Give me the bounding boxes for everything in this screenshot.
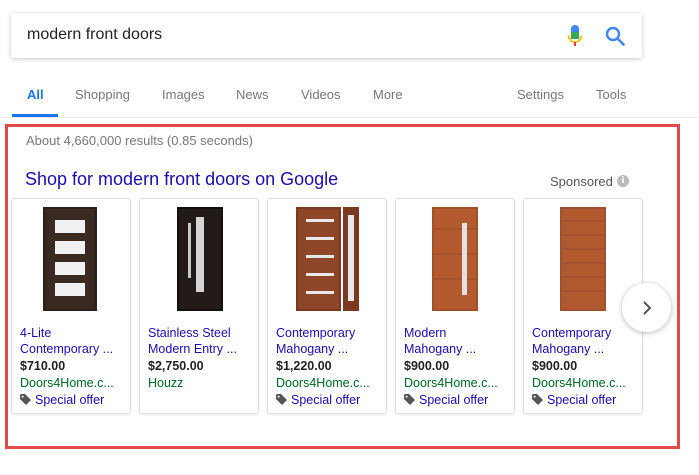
- search-box[interactable]: modern front doors: [11, 13, 642, 58]
- highlight-box: [5, 124, 680, 449]
- tab-all[interactable]: All: [27, 87, 44, 102]
- tab-videos[interactable]: Videos: [301, 87, 341, 102]
- tab-news[interactable]: News: [236, 87, 269, 102]
- tab-more[interactable]: More: [373, 87, 403, 102]
- search-tabs: All Shopping Images News Videos More Set…: [0, 84, 699, 118]
- tab-tools[interactable]: Tools: [596, 87, 626, 102]
- search-query[interactable]: modern front doors: [27, 26, 162, 44]
- tab-settings[interactable]: Settings: [517, 87, 564, 102]
- tab-shopping[interactable]: Shopping: [75, 87, 130, 102]
- microphone-icon[interactable]: [566, 24, 584, 48]
- search-icon[interactable]: [605, 26, 625, 46]
- tabs-divider: [0, 117, 699, 118]
- tab-images[interactable]: Images: [162, 87, 205, 102]
